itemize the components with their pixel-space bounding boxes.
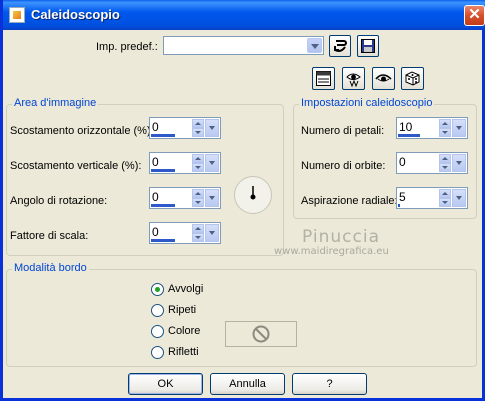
horizontal-offset-updown[interactable] — [192, 119, 204, 137]
rotation-angle-label: Angolo di rotazione: — [10, 195, 108, 207]
radial-suction-updown[interactable] — [439, 189, 451, 207]
no-color-icon — [252, 325, 270, 343]
eye-icon — [375, 74, 392, 82]
border-mode-group — [6, 269, 477, 367]
orbits-updown[interactable] — [439, 154, 451, 172]
radio-rifletti[interactable]: Rifletti — [151, 345, 221, 360]
vertical-offset-label: Scostamento verticale (%): — [10, 160, 142, 172]
save-preset-button[interactable] — [357, 35, 379, 57]
scale-factor-level — [151, 239, 175, 242]
preset-label: Imp. predef.: — [96, 41, 158, 53]
radio-avvolgi[interactable]: Avvolgi — [151, 282, 221, 297]
watermark-url: www.maidiregrafica.eu — [274, 246, 389, 257]
radio-button[interactable] — [151, 283, 164, 296]
chevron-down-icon[interactable] — [205, 224, 219, 242]
rotation-dial[interactable] — [234, 176, 272, 214]
load-preset-button[interactable] — [329, 35, 351, 57]
rotation-angle-updown[interactable] — [192, 189, 204, 207]
vertical-offset-level — [151, 169, 175, 172]
petals-value: 10 — [399, 120, 413, 134]
vertical-offset-updown[interactable] — [192, 154, 204, 172]
horizontal-offset-value: 0 — [152, 120, 159, 134]
close-button[interactable]: ✕ — [464, 5, 485, 26]
kaleidoscope-dialog: Caleidoscopio ✕ Imp. predef.: Area d'imm… — [0, 0, 485, 401]
petals-updown[interactable] — [439, 119, 451, 137]
rotation-dial-icon — [250, 186, 256, 200]
preview-toggle-button[interactable] — [312, 67, 335, 90]
border-mode-title: Modalità bordo — [12, 262, 89, 274]
proof-button[interactable] — [342, 67, 365, 90]
watermark-signature: Pinuccia — [302, 227, 380, 247]
radio-button[interactable] — [151, 304, 164, 317]
preset-dropdown[interactable] — [163, 36, 324, 55]
chevron-down-icon[interactable] — [205, 119, 219, 137]
petals-label: Numero di petali: — [301, 125, 385, 137]
radio-label: Ripeti — [168, 304, 197, 316]
radial-suction-value: 5 — [399, 190, 406, 204]
orbits-label: Numero di orbite: — [301, 160, 386, 172]
randomize-dice-icon — [405, 71, 420, 86]
chevron-down-icon[interactable] — [307, 38, 322, 53]
radial-suction-label: Aspirazione radiale: — [301, 195, 398, 207]
eye-button[interactable] — [372, 67, 395, 90]
chevron-down-icon[interactable] — [452, 119, 466, 137]
chevron-down-icon[interactable] — [452, 189, 466, 207]
scale-factor-value: 0 — [152, 225, 159, 239]
horizontal-offset-spinner[interactable]: 0 — [149, 117, 221, 139]
radio-colore[interactable]: Colore — [151, 324, 221, 339]
orbits-value: 0 — [399, 155, 406, 169]
chevron-down-icon[interactable] — [205, 154, 219, 172]
radio-label: Colore — [168, 325, 201, 337]
petals-spinner[interactable]: 10 — [396, 117, 468, 139]
proof-icon — [346, 73, 361, 87]
vertical-offset-spinner[interactable]: 0 — [149, 152, 221, 174]
preview-toggle-icon — [316, 71, 331, 86]
rotation-angle-value: 0 — [152, 190, 159, 204]
horizontal-offset-level — [151, 134, 175, 137]
cancel-button[interactable]: Annulla — [210, 373, 285, 395]
radial-suction-level — [398, 204, 400, 207]
petals-level — [398, 134, 420, 137]
vertical-offset-value: 0 — [152, 155, 159, 169]
radio-button[interactable] — [151, 346, 164, 359]
ok-button[interactable]: OK — [128, 373, 203, 395]
window-title: Caleidoscopio — [31, 7, 120, 22]
image-area-title: Area d'immagine — [12, 97, 99, 109]
app-icon — [9, 7, 25, 23]
radio-label: Rifletti — [168, 346, 199, 358]
radio-button[interactable] — [151, 325, 164, 338]
scale-factor-spinner[interactable]: 0 — [149, 222, 221, 244]
chevron-down-icon[interactable] — [205, 189, 219, 207]
load-preset-icon — [334, 40, 347, 52]
orbits-spinner[interactable]: 0 — [396, 152, 468, 174]
help-button[interactable]: ? — [292, 373, 367, 395]
radio-ripeti[interactable]: Ripeti — [151, 303, 221, 318]
chevron-down-icon[interactable] — [452, 154, 466, 172]
scale-factor-updown[interactable] — [192, 224, 204, 242]
kaleido-settings-title: Impostazioni caleidoscopio — [299, 97, 435, 109]
horizontal-offset-label: Scostamento orizzontale (%): — [10, 125, 154, 137]
rotation-angle-spinner[interactable]: 0 — [149, 187, 221, 209]
border-color-swatch[interactable] — [225, 321, 297, 347]
title-bar[interactable]: Caleidoscopio ✕ — [3, 0, 485, 30]
radio-label: Avvolgi — [168, 283, 204, 295]
radial-suction-spinner[interactable]: 5 — [396, 187, 468, 209]
rotation-angle-level — [151, 204, 175, 207]
save-preset-icon — [361, 39, 375, 53]
randomize-button[interactable] — [401, 67, 424, 90]
scale-factor-label: Fattore di scala: — [10, 230, 89, 242]
